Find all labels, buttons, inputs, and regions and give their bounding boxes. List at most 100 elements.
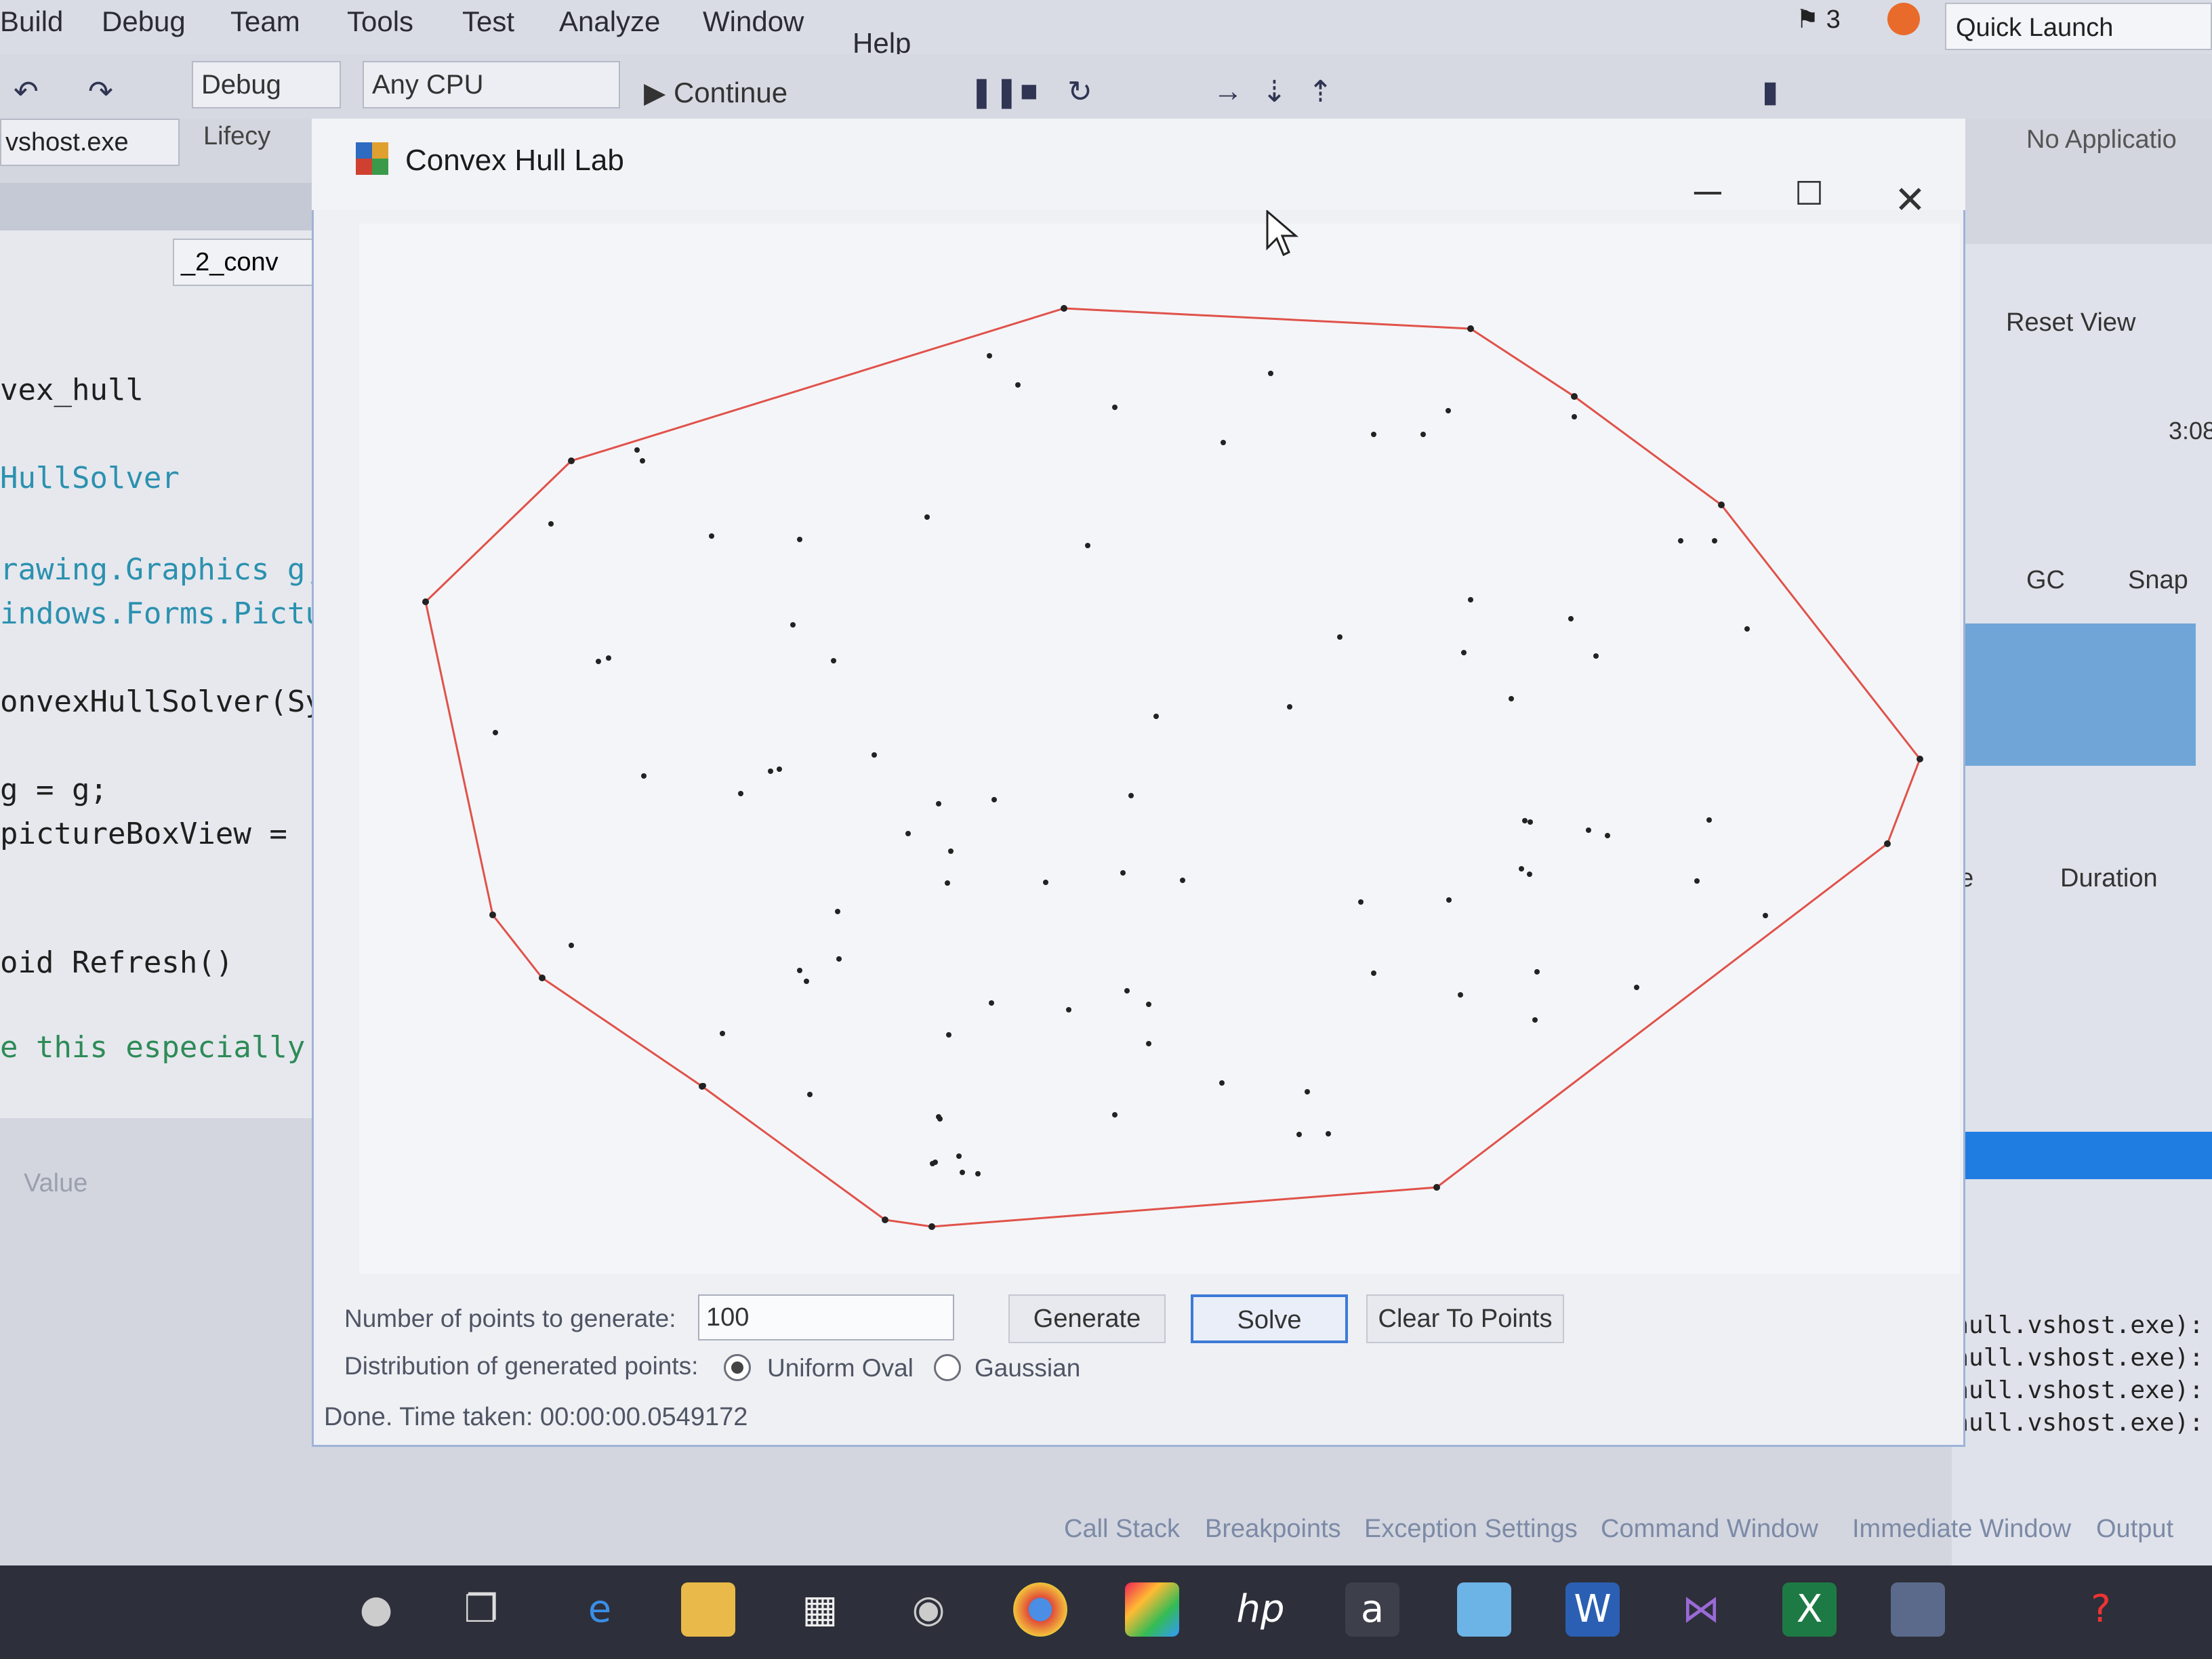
word-icon[interactable]: W [1565,1582,1620,1637]
menu-debug[interactable]: Debug [102,5,186,38]
quick-launch-input[interactable]: Quick Launch (Ctrl+Q) [1945,3,2212,89]
hp-icon[interactable]: hp [1233,1582,1288,1637]
data-point [606,655,611,661]
data-point [1509,696,1514,701]
menu-build[interactable]: Build [0,5,63,38]
cpu-usage-graph [1938,623,2196,766]
excel-icon[interactable]: X [1782,1582,1837,1637]
uniform-oval-radio[interactable] [724,1354,751,1381]
menu-window[interactable]: Window [703,5,804,38]
tab-output[interactable]: Output [2096,1515,2173,1544]
continue-button[interactable]: ▶ Continue [644,76,787,109]
mic-icon[interactable]: ● [349,1582,403,1637]
code-navigation-dropdown[interactable]: _2_conv [173,239,322,286]
store-icon[interactable]: ▦ [793,1582,847,1637]
data-point [945,880,950,886]
task-view-icon[interactable]: ❐ [454,1582,508,1637]
data-point [1358,899,1364,905]
data-point [1458,992,1463,998]
stop-icon[interactable]: ■ [1020,75,1038,108]
data-point [1219,1080,1225,1086]
maximize-icon[interactable]: ☐ [1795,175,1824,213]
chrome-icon[interactable] [1013,1582,1067,1637]
onedrive-icon[interactable] [1457,1582,1511,1637]
solve-button[interactable]: Solve [1191,1294,1348,1343]
tab-immediate-window[interactable]: Immediate Window [1852,1515,2071,1544]
uniform-oval-label[interactable]: Uniform Oval [767,1354,914,1382]
value-column-header: Value [24,1169,88,1197]
close-icon[interactable]: ✕ [1894,178,1926,222]
hull-vertex [489,912,496,918]
notifications-count[interactable]: ⚑ 3 [1796,4,1841,35]
data-point [1519,866,1524,872]
tab-breakpoints[interactable]: Breakpoints [1205,1515,1341,1544]
status-text: Done. Time taken: 00:00:00.0549172 [324,1403,748,1431]
data-point [1371,432,1376,437]
data-point [1153,714,1159,719]
redo-icon[interactable]: ↷ [88,75,113,109]
data-point [987,353,992,359]
amazon-icon[interactable]: a [1345,1582,1399,1637]
data-point [930,1161,935,1166]
data-point [960,1170,965,1175]
solution-config-select[interactable]: Debug [192,61,341,108]
continue-label: Continue [673,77,788,108]
code-line: e this especially [0,1030,306,1065]
minimize-icon[interactable]: ─ [1694,169,1721,213]
reset-view-button[interactable]: Reset View [2006,308,2136,337]
step-into-icon[interactable]: ⇣ [1262,75,1287,109]
hull-vertex [422,598,429,605]
edge-icon[interactable]: e [573,1582,627,1637]
gaussian-radio[interactable] [934,1354,961,1381]
clear-to-points-button[interactable]: Clear To Points [1366,1294,1564,1343]
step-out-icon[interactable]: ⇡ [1308,75,1333,109]
help-icon[interactable]: ? [2074,1582,2128,1637]
data-point [720,1031,725,1036]
menu-test[interactable]: Test [462,5,514,38]
data-point [1221,440,1226,445]
timeline-time: 3:08 [2169,417,2212,445]
camera-icon[interactable]: ◉ [901,1582,956,1637]
data-point [804,979,809,984]
tab-call-stack[interactable]: Call Stack [1064,1515,1180,1544]
data-point [835,909,840,914]
data-point [1706,817,1712,823]
data-point [548,521,554,527]
menu-team[interactable]: Team [230,5,300,38]
data-point [1532,1017,1538,1023]
process-select[interactable]: vshost.exe [0,119,180,166]
visual-studio-icon[interactable]: ⋈ [1674,1582,1728,1637]
pause-icon[interactable]: ❚❚ [969,75,1019,109]
tab-command-window[interactable]: Command Window [1601,1515,1818,1544]
output-panel-header [1931,1132,2212,1179]
menu-tools[interactable]: Tools [347,5,413,38]
data-point [936,801,941,806]
tab-exception-settings[interactable]: Exception Settings [1364,1515,1578,1544]
generate-button[interactable]: Generate [1008,1294,1166,1343]
hull-vertex [1433,1184,1440,1191]
code-line: pictureBoxView = [0,817,287,851]
data-point [872,752,877,758]
convex-hull-app-icon[interactable] [1891,1582,1945,1637]
restart-icon[interactable]: ↻ [1067,75,1092,109]
data-point [975,1171,981,1176]
data-point [1694,878,1700,884]
gaussian-label[interactable]: Gaussian [975,1354,1080,1382]
paint-icon[interactable] [1125,1582,1179,1637]
code-line: rawing.Graphics g; [0,552,323,587]
menu-analyze[interactable]: Analyze [559,5,660,38]
step-over-icon[interactable]: → [1213,75,1243,108]
lifecycle-events[interactable]: Lifecy [203,122,270,151]
drawing-canvas[interactable] [359,224,1960,1274]
data-point [1534,969,1540,975]
num-points-input[interactable] [698,1294,954,1340]
platform-select[interactable]: Any CPU [363,61,620,108]
hull-vertex [882,1216,888,1223]
undo-icon[interactable]: ↶ [14,75,39,109]
bookmark-icon[interactable]: ▮ [1762,75,1778,109]
snapshot-legend: Snap [2128,566,2188,594]
hull-vertex [568,457,575,464]
file-explorer-icon[interactable] [681,1582,735,1637]
feedback-smiley-icon[interactable] [1887,3,1920,35]
data-point [924,514,930,520]
